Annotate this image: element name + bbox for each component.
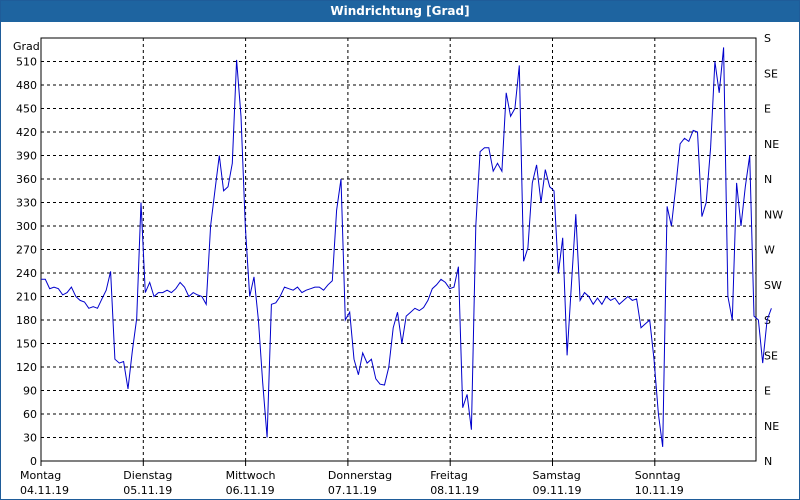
y-tick-label: 270 <box>16 244 37 257</box>
y-tick-label: 480 <box>16 79 37 92</box>
y2-tick-label: SW <box>764 279 782 292</box>
y2-tick-label: NE <box>764 420 779 433</box>
x-tick-day-label: Mittwoch <box>226 469 276 482</box>
y2-tick-label: N <box>764 455 772 468</box>
y-tick-label: 60 <box>23 408 37 421</box>
wind-direction-series-line <box>41 47 772 447</box>
x-tick-date-label: 06.11.19 <box>226 484 275 497</box>
y-tick-label: 30 <box>23 432 37 445</box>
y-tick-label: 210 <box>16 291 37 304</box>
y2-tick-label: N <box>764 173 772 186</box>
y-tick-label: 390 <box>16 150 37 163</box>
series-layer <box>41 47 772 447</box>
y-tick-label: 330 <box>16 197 37 210</box>
y-tick-label: 90 <box>23 385 37 398</box>
y2-tick-label: E <box>764 103 771 116</box>
axis-labels: Grad 0 30 60 90 120 150 180 210 240 270 300 330 360 3… <box>13 32 783 497</box>
y2-tick-label: W <box>764 244 775 257</box>
x-tick-date-label: 08.11.19 <box>430 484 479 497</box>
y-tick-label: 510 <box>16 56 37 69</box>
y-tick-label: 420 <box>16 126 37 139</box>
y2-tick-label: S <box>764 32 771 45</box>
x-tick-date-label: 05.11.19 <box>123 484 172 497</box>
wind-direction-chart: Grad 0 30 60 90 120 150 180 210 240 270 300 330 360 3… <box>13 32 783 497</box>
x-tick-date-label: 04.11.19 <box>20 484 69 497</box>
grid-layer <box>41 38 756 461</box>
y-tick-label: 0 <box>30 455 37 468</box>
x-tick-day-label: Dienstag <box>123 469 172 482</box>
x-tick-date-label: 07.11.19 <box>328 484 377 497</box>
x-tick-date-label: 10.11.19 <box>635 484 684 497</box>
y2-tick-label: E <box>764 385 771 398</box>
y-tick-label: 120 <box>16 361 37 374</box>
y-tick-label: 450 <box>16 103 37 116</box>
x-tick-day-label: Samstag <box>533 469 581 482</box>
y-tick-label: 300 <box>16 220 37 233</box>
x-tick-day-label: Donnerstag <box>328 469 392 482</box>
y-tick-label: 240 <box>16 267 37 280</box>
y2-tick-label: NW <box>764 208 783 221</box>
y2-tick-label: NE <box>764 138 779 151</box>
y-axis-title: Grad <box>13 40 40 53</box>
x-tick-day-label: Freitag <box>430 469 468 482</box>
y2-tick-label: SE <box>764 349 778 362</box>
x-tick-day-label: Sonntag <box>635 469 681 482</box>
y-tick-label: 150 <box>16 338 37 351</box>
y-tick-label: 360 <box>16 173 37 186</box>
x-tick-day-label: Montag <box>20 469 61 482</box>
y2-tick-label: SE <box>764 67 778 80</box>
y-tick-label: 180 <box>16 314 37 327</box>
x-tick-date-label: 09.11.19 <box>533 484 582 497</box>
